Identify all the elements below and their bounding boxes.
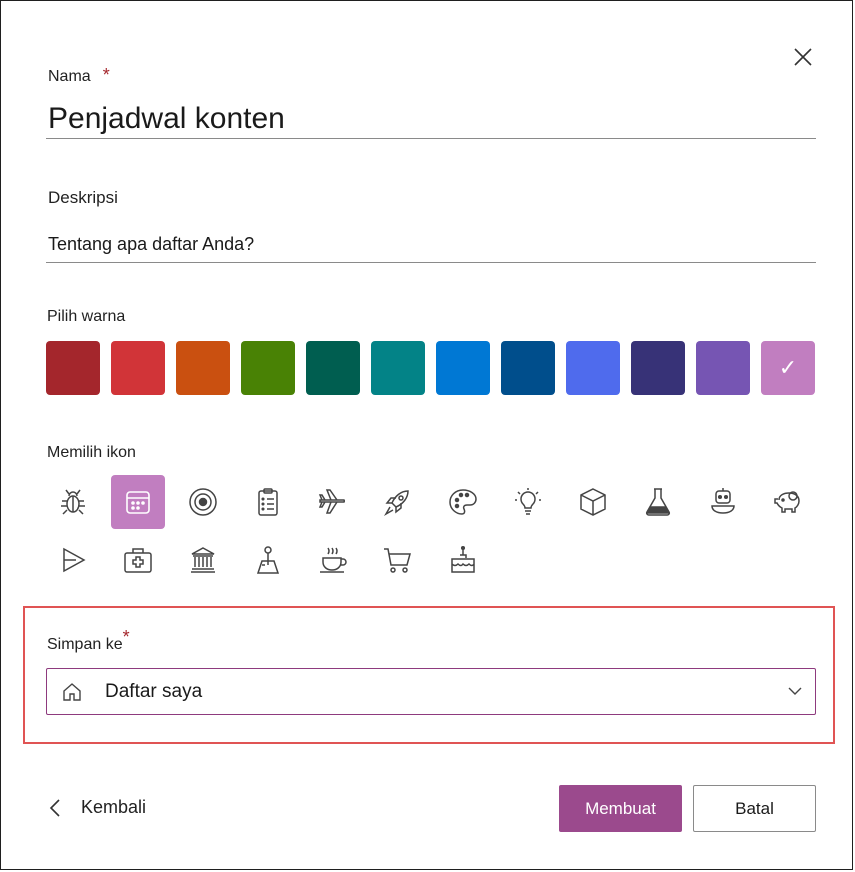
color-swatches: ✓ [46,341,815,395]
color-swatch[interactable] [371,341,425,395]
coffee-icon[interactable] [306,533,360,587]
joystick-icon[interactable] [241,533,295,587]
color-swatch[interactable] [631,341,685,395]
flask-icon[interactable] [631,475,685,529]
check-icon: ✓ [778,355,798,380]
description-input[interactable] [46,227,816,263]
medical-kit-icon[interactable] [111,533,165,587]
color-swatch[interactable] [306,341,360,395]
lightbulb-icon[interactable] [501,475,555,529]
cancel-button[interactable]: Batal [693,785,816,832]
back-label: Kembali [81,797,147,817]
color-swatch[interactable] [46,341,100,395]
color-swatch[interactable] [111,341,165,395]
save-to-value: Daftar saya [105,680,203,702]
close-icon[interactable] [791,45,815,69]
color-swatch[interactable] [696,341,750,395]
color-swatch[interactable] [501,341,555,395]
save-to-dropdown[interactable]: Daftar saya [46,668,816,715]
cake-icon[interactable] [436,533,490,587]
chevron-left-icon [49,798,60,817]
color-label: Pilih warna [47,308,126,325]
rocket-icon[interactable] [371,475,425,529]
back-button[interactable]: Kembali [47,797,146,818]
required-mark: * [102,65,110,85]
color-swatch[interactable] [241,341,295,395]
piggy-bank-icon[interactable] [761,475,815,529]
robot-icon[interactable] [696,475,750,529]
color-swatch[interactable] [566,341,620,395]
icon-label: Memilih ikon [47,444,136,461]
color-swatch[interactable]: ✓ [761,341,815,395]
airplane-icon[interactable] [306,475,360,529]
clipboard-icon[interactable] [241,475,295,529]
home-icon [63,682,81,701]
bug-icon[interactable] [46,475,100,529]
create-button[interactable]: Membuat [559,785,682,832]
calendar-icon[interactable] [111,475,165,529]
name-input[interactable] [46,99,816,139]
icon-row-1 [46,475,815,529]
bank-icon[interactable] [176,533,230,587]
play-icon[interactable] [46,533,100,587]
target-icon[interactable] [176,475,230,529]
color-swatch[interactable] [176,341,230,395]
palette-icon[interactable] [436,475,490,529]
description-label: Deskripsi [48,188,118,207]
required-mark: * [122,627,130,647]
save-to-label: Simpan ke* [47,627,130,653]
icon-row-2 [46,533,490,587]
cart-icon[interactable] [371,533,425,587]
chevron-down-icon [788,687,802,695]
create-list-dialog: Nama* Deskripsi Pilih warna ✓ Memilih ik… [0,0,853,870]
color-swatch[interactable] [436,341,490,395]
cube-icon[interactable] [566,475,620,529]
name-label: Nama * [48,65,110,85]
